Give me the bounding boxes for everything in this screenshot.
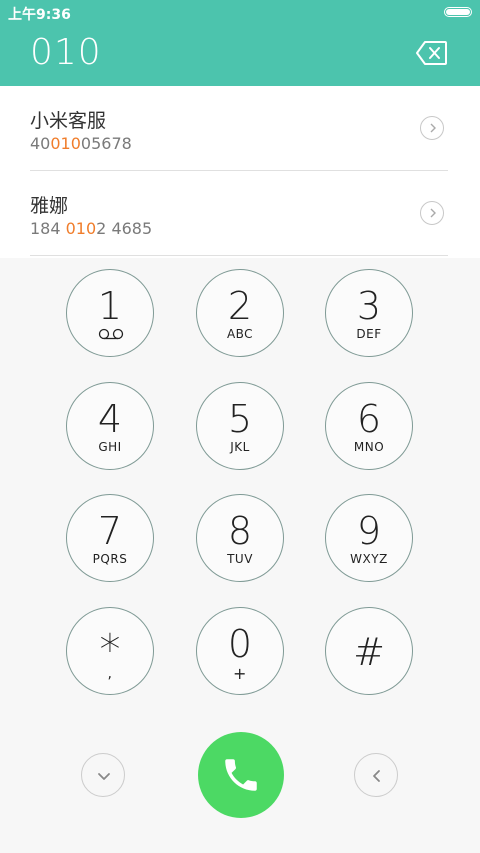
chevron-left-icon bbox=[373, 770, 380, 782]
key-letters: MNO bbox=[353, 440, 385, 454]
contact-detail-button[interactable] bbox=[420, 116, 444, 140]
contact-number: 4001005678 bbox=[30, 134, 132, 153]
phone-icon bbox=[225, 759, 257, 791]
key-digit: # bbox=[353, 630, 385, 674]
key-letters: GHI bbox=[98, 440, 122, 454]
battery-icon bbox=[444, 7, 472, 17]
key-star[interactable]: * , bbox=[66, 607, 154, 695]
back-button[interactable] bbox=[354, 753, 398, 797]
chevron-down-icon bbox=[98, 773, 110, 780]
key-letters: PQRS bbox=[92, 552, 128, 566]
status-time: 上午9:36 bbox=[8, 7, 71, 23]
key-digit: 9 bbox=[356, 509, 382, 553]
collapse-keypad-button[interactable] bbox=[81, 753, 125, 797]
contact-suggestions: 小米客服 4001005678 雅娜 184 0102 4685 bbox=[0, 86, 480, 259]
key-letters: TUV bbox=[227, 552, 253, 566]
key-hash[interactable]: # bbox=[325, 607, 413, 695]
number-match: 010 bbox=[50, 134, 81, 153]
chevron-right-icon bbox=[430, 123, 436, 133]
key-6[interactable]: 6 MNO bbox=[325, 382, 413, 470]
key-0[interactable]: 0 + bbox=[196, 607, 284, 695]
backspace-button[interactable] bbox=[416, 40, 448, 66]
voicemail-icon bbox=[98, 328, 124, 340]
key-letters: ABC bbox=[226, 327, 254, 341]
contact-name: 小米客服 bbox=[30, 110, 107, 132]
key-letters: + bbox=[233, 664, 247, 683]
contact-item[interactable]: 小米客服 4001005678 bbox=[30, 86, 448, 171]
key-9[interactable]: 9 WXYZ bbox=[325, 494, 413, 582]
number-part: 184 bbox=[30, 219, 66, 238]
number-part: 05678 bbox=[80, 134, 132, 153]
chevron-right-icon bbox=[430, 208, 436, 218]
key-letters: JKL bbox=[230, 440, 250, 454]
dial-number-display: 010 bbox=[30, 32, 102, 73]
key-1[interactable]: 1 bbox=[66, 269, 154, 357]
key-letters: DEF bbox=[356, 327, 382, 341]
number-part: 40 bbox=[30, 134, 51, 153]
key-letters: , bbox=[107, 666, 113, 682]
backspace-icon bbox=[416, 41, 447, 65]
contact-detail-button[interactable] bbox=[420, 201, 444, 225]
key-8[interactable]: 8 TUV bbox=[196, 494, 284, 582]
key-digit: * bbox=[99, 625, 121, 674]
key-digit: 0 bbox=[227, 622, 253, 666]
number-part: 2 4685 bbox=[96, 219, 153, 238]
key-5[interactable]: 5 JKL bbox=[196, 382, 284, 470]
key-letters: WXYZ bbox=[350, 552, 388, 566]
call-button[interactable] bbox=[198, 732, 284, 818]
key-7[interactable]: 7 PQRS bbox=[66, 494, 154, 582]
key-digit: 4 bbox=[97, 397, 123, 441]
key-digit: 6 bbox=[356, 397, 382, 441]
contact-number: 184 0102 4685 bbox=[30, 219, 152, 238]
key-digit: 7 bbox=[97, 509, 123, 553]
key-digit: 8 bbox=[227, 509, 253, 553]
key-digit: 1 bbox=[97, 284, 123, 328]
key-digit: 3 bbox=[356, 284, 382, 328]
contact-name: 雅娜 bbox=[30, 195, 69, 217]
dialer-header: 上午9:36 010 bbox=[0, 0, 480, 86]
key-4[interactable]: 4 GHI bbox=[66, 382, 154, 470]
contact-item[interactable]: 雅娜 184 0102 4685 bbox=[30, 171, 448, 256]
key-3[interactable]: 3 DEF bbox=[325, 269, 413, 357]
key-digit: 5 bbox=[227, 397, 253, 441]
number-match: 010 bbox=[65, 219, 97, 238]
key-digit: 2 bbox=[227, 284, 253, 328]
key-2[interactable]: 2 ABC bbox=[196, 269, 284, 357]
